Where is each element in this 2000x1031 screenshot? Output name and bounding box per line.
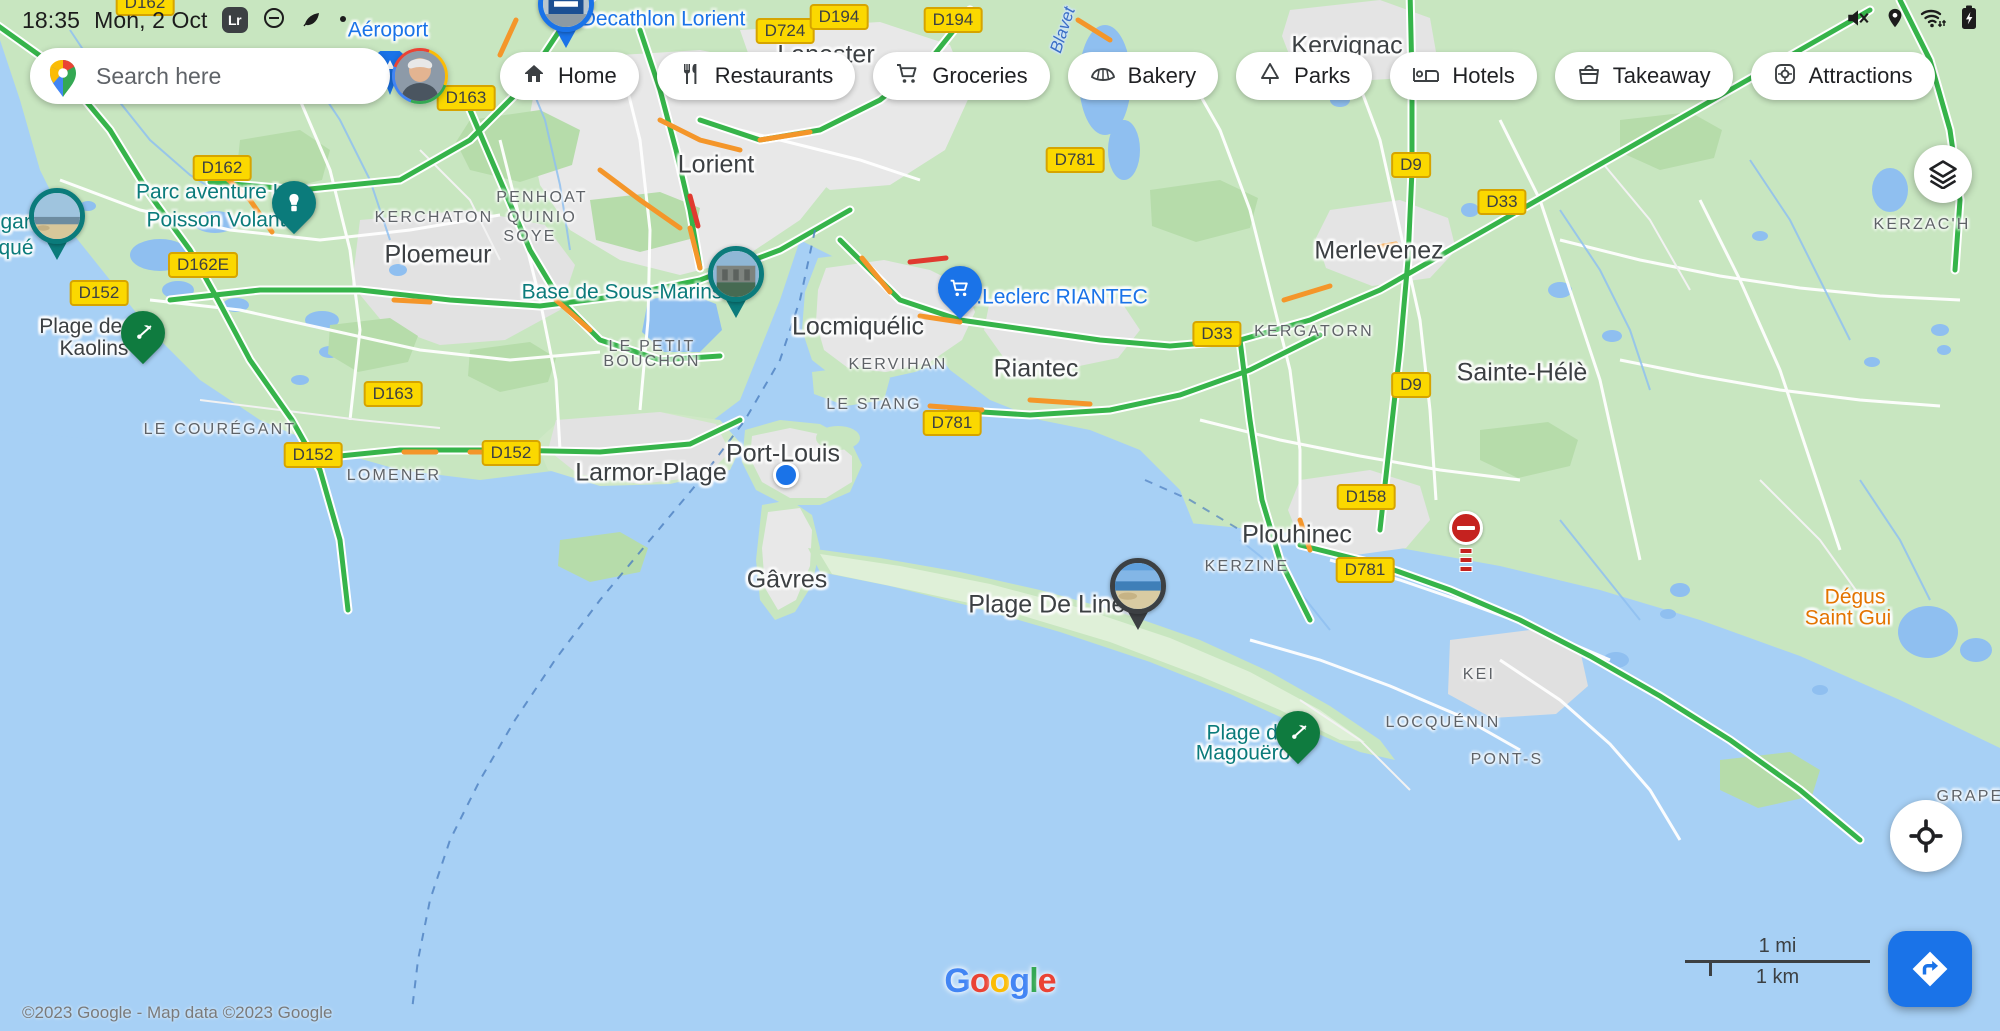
beach-icon [1266,701,1330,765]
chip-home[interactable]: Home [500,52,639,100]
current-location-dot[interactable] [773,462,799,488]
restaurant-icon [679,62,703,91]
chip-label: Restaurants [714,63,834,88]
chip-label: Bakery [1127,63,1197,88]
avatar-status-ring [392,48,448,104]
photo-thumbnail [1110,558,1166,614]
road-closure-icon[interactable] [1449,511,1483,545]
photo-thumbnail [538,0,594,32]
chip-label: Parks [1294,63,1351,88]
plage-de-lines-marker[interactable] [1110,558,1166,630]
category-chips[interactable]: Home Restaurants Groceries Bakery Parks Hotel… [500,52,1935,100]
chip-label: Home [558,63,617,88]
layers-icon [1929,160,1957,189]
chip-label: Hotels [1452,63,1515,88]
chip-parks[interactable]: Parks [1236,52,1373,100]
leclerc-pin[interactable] [928,256,992,320]
google-maps-logo [46,56,80,97]
chip-label: Groceries [932,63,1028,88]
chip-restaurants[interactable]: Restaurants [656,52,856,100]
shopping-cart-icon [895,62,920,91]
chip-bakery[interactable]: Bakery [1067,52,1219,100]
plage-du-magouero-pin[interactable] [1266,701,1330,765]
chip-takeaway[interactable]: Takeaway [1554,52,1733,100]
decathlon-photo-marker[interactable] [538,0,594,48]
home-icon [522,62,546,91]
attractions-icon [1773,62,1797,91]
my-location-button[interactable] [1890,800,1962,872]
bakery-icon [1090,62,1116,91]
account-avatar[interactable] [392,48,448,104]
attraction-icon [262,171,326,235]
parc-aventure-pin[interactable] [262,171,326,235]
photo-thumbnail [708,246,764,302]
avatar-photo [395,51,445,101]
chip-hotels[interactable]: Hotels [1390,52,1537,100]
beach-icon [111,301,175,365]
park-tree-icon [1258,62,1282,91]
chip-groceries[interactable]: Groceries [873,52,1050,100]
directions-icon [1912,951,1948,987]
my-location-icon [1909,819,1943,853]
chip-attractions[interactable]: Attractions [1750,52,1935,100]
coast-photo-marker[interactable] [29,188,85,260]
plage-des-kaolins-pin[interactable] [111,301,175,365]
search-bar[interactable] [30,48,421,104]
submarine-base-marker[interactable] [708,246,764,318]
takeaway-bag-icon [1577,62,1601,91]
chip-label: Attractions [1808,63,1913,88]
directions-button[interactable] [1888,931,1972,1007]
chip-label: Takeaway [1612,63,1711,88]
road-closure-dashes [1459,548,1473,572]
photo-thumbnail [29,188,85,244]
shopping-cart-icon [928,256,992,320]
map-canvas[interactable] [0,0,2000,1031]
layers-button[interactable] [1914,145,1972,203]
search-input[interactable] [96,62,392,90]
hotel-bed-icon [1412,62,1440,91]
